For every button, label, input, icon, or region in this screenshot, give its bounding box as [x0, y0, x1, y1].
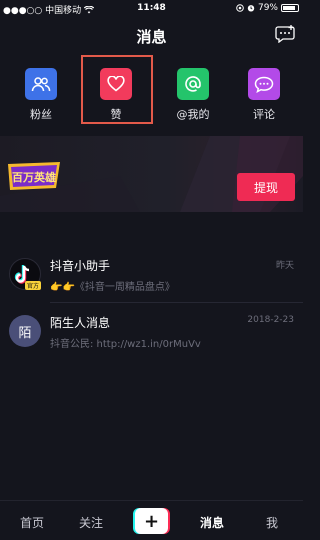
page-title: 消息 — [136, 28, 167, 46]
million-hero-logo: 百万英雄 — [8, 162, 60, 190]
logo-text: 百万英雄 — [12, 170, 56, 184]
location-icon — [236, 4, 244, 12]
quick-label-comments: 评论 — [253, 108, 275, 121]
tab-home[interactable]: 首页 — [20, 514, 44, 531]
alarm-icon — [247, 5, 255, 12]
list-item[interactable]: 官方 抖音小助手 👉👉《抖音一周精品盘点》 昨天 — [0, 246, 303, 303]
promo-banner[interactable]: 百万英雄 提现 — [0, 136, 303, 212]
plus-icon: + — [135, 508, 168, 534]
avatar: 陌 — [9, 315, 41, 347]
status-bar: ●●●○○ 中国移动 11:48 79% — [0, 0, 303, 18]
list-item[interactable]: 陌 陌生人消息 抖音公民: http://wz1.in/0rMuVv 2018-… — [0, 303, 303, 360]
battery-icon — [281, 4, 299, 12]
message-list: 官方 抖音小助手 👉👉《抖音一周精品盘点》 昨天 陌 陌生人消息 抖音公民: h… — [0, 246, 303, 360]
quick-label-mentions: @我的 — [176, 108, 210, 121]
system-status: 79% — [236, 3, 299, 13]
message-title: 抖音小助手 — [50, 259, 111, 273]
message-time: 昨天 — [275, 261, 294, 271]
tab-messages[interactable]: 消息 — [200, 514, 224, 531]
official-badge: 官方 — [25, 281, 42, 290]
bottom-tab-bar: 首页 关注 + 消息 我 — [0, 500, 303, 540]
quick-action-fans[interactable]: 粉丝 — [16, 68, 66, 122]
tab-following[interactable]: 关注 — [79, 514, 103, 531]
nav-bar: 消息 — [0, 20, 303, 50]
quick-action-comments[interactable]: 评论 — [239, 68, 289, 122]
comment-icon — [248, 68, 280, 100]
quick-action-mentions[interactable]: @我的 — [168, 68, 218, 122]
quick-label-fans: 粉丝 — [30, 108, 52, 121]
create-button[interactable]: + — [133, 508, 170, 534]
highlight-box — [81, 55, 153, 124]
message-preview: 👉👉《抖音一周精品盘点》 — [50, 282, 175, 293]
avatar: 官方 — [9, 258, 42, 290]
tab-me[interactable]: 我 — [266, 514, 278, 531]
message-title: 陌生人消息 — [50, 316, 111, 330]
at-icon — [177, 68, 209, 100]
fans-icon — [25, 68, 57, 100]
withdraw-button[interactable]: 提现 — [237, 173, 295, 201]
quick-actions: 粉丝 赞 @我的 评论 — [0, 55, 303, 128]
new-chat-icon[interactable] — [275, 25, 295, 43]
battery-percent: 79% — [257, 3, 278, 13]
message-time: 2018-2-23 — [247, 315, 294, 325]
message-preview: 抖音公民: http://wz1.in/0rMuVv — [50, 339, 201, 350]
